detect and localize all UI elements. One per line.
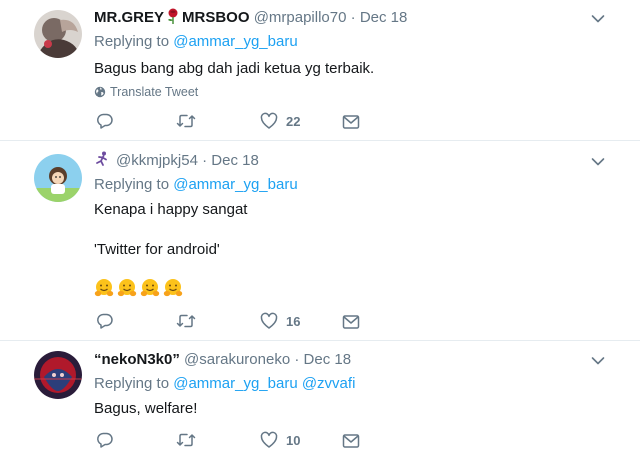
like-button[interactable]: 10 (260, 430, 300, 450)
mention-link[interactable]: @ammar_yg_baru (173, 176, 297, 193)
like-button[interactable]: 16 (260, 311, 300, 331)
chevron-down-icon[interactable] (591, 356, 605, 366)
separator: · (350, 9, 356, 26)
display-name-suffix[interactable]: MRSBOO (182, 9, 250, 26)
replying-to: Replying to @ammar_yg_baru (94, 32, 298, 52)
tweet-2[interactable]: @kkmjpkj54 · Dec 18 Replying to @ammar_y… (0, 141, 640, 340)
direct-message-button[interactable] (342, 312, 360, 332)
reply-icon (97, 113, 113, 129)
reply-icon (97, 313, 113, 329)
direct-message-button[interactable] (342, 431, 360, 451)
heart-icon (260, 431, 278, 448)
like-button[interactable]: 22 (260, 111, 300, 131)
avatar[interactable] (34, 10, 82, 58)
avatar[interactable] (34, 154, 82, 202)
retweet-icon (176, 114, 196, 128)
reply-button[interactable] (96, 111, 114, 131)
display-name[interactable]: “nekoN3k0” (94, 351, 180, 368)
replying-prefix: Replying to (94, 176, 170, 193)
user-handle[interactable]: @mrpapillo70 (254, 9, 347, 26)
heart-icon (260, 312, 278, 329)
avatar[interactable] (34, 351, 82, 399)
envelope-icon (342, 115, 360, 129)
display-name[interactable]: MR.GREY (94, 9, 164, 26)
replying-prefix: Replying to (94, 375, 170, 392)
tweet-text: Bagus bang abg dah jadi ketua yg terbaik… (94, 60, 375, 77)
chevron-down-icon[interactable] (591, 14, 605, 24)
retweet-icon (176, 314, 196, 328)
separator: · (202, 152, 208, 169)
hugging-face-emoji-icon (140, 278, 160, 298)
envelope-icon (342, 315, 360, 329)
hugging-face-emoji-icon (117, 278, 137, 298)
globe-icon (94, 86, 106, 98)
like-count: 16 (286, 313, 301, 329)
user-handle[interactable]: @kkmjpkj54 (116, 152, 198, 169)
timestamp[interactable]: Dec 18 (211, 152, 259, 169)
mention-link[interactable]: @ammar_yg_baru @zvvafi (173, 375, 355, 392)
tweet-1[interactable]: MR.GREY MRSBOO @mrpapillo70 · Dec 18 Repl… (0, 0, 640, 140)
replying-prefix: Replying to (94, 33, 170, 50)
tweet-text-line-2: 'Twitter for android' (94, 241, 220, 258)
reply-button[interactable] (96, 430, 114, 450)
hugging-face-emoji-icon (94, 278, 114, 298)
timestamp[interactable]: Dec 18 (360, 9, 408, 26)
replying-to: Replying to @ammar_yg_baru @zvvafi (94, 374, 355, 394)
mention-link[interactable]: @ammar_yg_baru (173, 33, 297, 50)
timestamp[interactable]: Dec 18 (304, 351, 352, 368)
like-count: 22 (286, 113, 301, 129)
tweet-text: Bagus, welfare! (94, 400, 198, 417)
hugging-face-emoji-icon (163, 278, 183, 298)
tweet-header: @kkmjpkj54 · Dec 18 (94, 151, 259, 171)
chevron-down-icon[interactable] (591, 157, 605, 167)
retweet-button[interactable] (176, 311, 196, 331)
retweet-icon (176, 433, 196, 447)
translate-tweet-link[interactable]: Translate Tweet (94, 84, 198, 100)
separator: · (294, 351, 300, 368)
direct-message-button[interactable] (342, 112, 360, 132)
tweet-header: MR.GREY MRSBOO @mrpapillo70 · Dec 18 (94, 8, 407, 28)
translate-label[interactable]: Translate Tweet (110, 85, 198, 99)
tweet-header: “nekoN3k0” @sarakuroneko · Dec 18 (94, 350, 351, 370)
retweet-button[interactable] (176, 430, 196, 450)
like-count: 10 (286, 432, 301, 448)
tweet-text-line-1: Kenapa i happy sangat (94, 201, 248, 218)
emoji-row (94, 278, 186, 300)
envelope-icon (342, 434, 360, 448)
reply-button[interactable] (96, 311, 114, 331)
rose-emoji-icon (166, 8, 180, 30)
user-handle[interactable]: @sarakuroneko (184, 351, 290, 368)
tweet-3[interactable]: “nekoN3k0” @sarakuroneko · Dec 18 Replyi… (0, 341, 640, 455)
retweet-button[interactable] (176, 111, 196, 131)
reply-icon (97, 432, 113, 448)
replying-to: Replying to @ammar_yg_baru (94, 175, 298, 195)
runner-emoji-icon (94, 151, 110, 173)
heart-icon (260, 112, 278, 129)
